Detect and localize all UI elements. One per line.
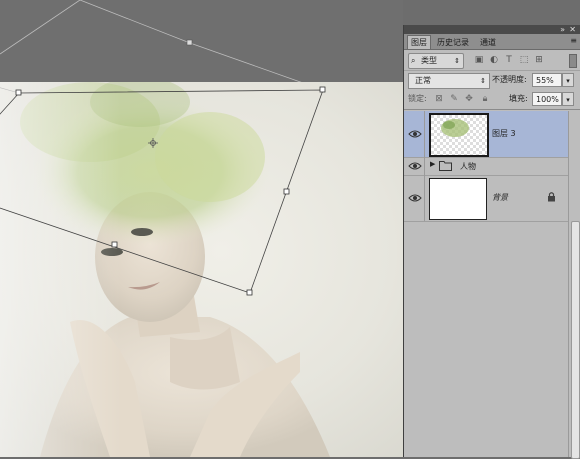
close-icon[interactable]: ✕ bbox=[569, 25, 576, 34]
panel-scrollbar[interactable] bbox=[568, 111, 580, 459]
blend-mode-select[interactable]: 正常 ⇕ bbox=[408, 73, 490, 89]
panel-tab-strip: 图层 历史记录 通道 ≡ bbox=[404, 34, 580, 50]
expand-triangle-icon[interactable]: ▶ bbox=[430, 160, 435, 168]
lock-label: 锁定: bbox=[408, 94, 427, 103]
layer-name[interactable]: 背景 bbox=[492, 192, 508, 203]
document-canvas[interactable] bbox=[0, 82, 403, 457]
transform-handle bbox=[15, 89, 22, 96]
visibility-eye-icon[interactable] bbox=[408, 191, 422, 205]
transform-handle bbox=[246, 289, 253, 296]
search-icon: ⌕ bbox=[411, 56, 416, 65]
layer-row-background[interactable]: 背景 bbox=[404, 175, 569, 222]
transform-handle bbox=[111, 241, 118, 248]
type-filter-icon[interactable]: T bbox=[504, 55, 514, 65]
lock-transparent-icon[interactable]: ⊠ bbox=[434, 93, 444, 105]
chevron-down-icon: ⇕ bbox=[454, 57, 460, 65]
folder-icon bbox=[439, 161, 452, 171]
shape-filter-icon[interactable]: ⬚ bbox=[519, 55, 529, 65]
collapse-icon[interactable]: » bbox=[560, 25, 565, 34]
layer-row-group-person[interactable]: ▶ 人物 bbox=[404, 157, 569, 176]
opacity-input[interactable]: 55% bbox=[532, 73, 562, 87]
filter-toggle-switch[interactable] bbox=[569, 54, 577, 68]
transform-handle bbox=[319, 86, 326, 93]
visibility-eye-icon[interactable] bbox=[408, 127, 422, 141]
adjustment-filter-icon[interactable]: ◐ bbox=[489, 55, 499, 65]
layer-thumbnail[interactable] bbox=[429, 178, 487, 220]
divider bbox=[424, 175, 425, 221]
layers-panel: » ✕ 图层 历史记录 通道 ≡ ⌕ 类型 ⇕ ▣ ◐ T ⬚ ⊞ 正常 ⇕ 不… bbox=[403, 25, 580, 459]
layer-thumbnail[interactable] bbox=[429, 113, 489, 157]
layer-row-layer3[interactable]: 图层 3 bbox=[404, 111, 569, 158]
fill-input[interactable]: 100% bbox=[532, 92, 562, 106]
transform-box-top bbox=[0, 0, 302, 82]
panel-menu-icon[interactable]: ≡ bbox=[570, 37, 577, 45]
canvas-workspace[interactable] bbox=[0, 0, 403, 457]
layer-name[interactable]: 图层 3 bbox=[492, 128, 516, 139]
divider bbox=[424, 111, 425, 157]
visibility-eye-icon[interactable] bbox=[408, 159, 422, 173]
layer-list: 图层 3 ▶ 人物 背景 bbox=[404, 111, 569, 457]
divider bbox=[404, 70, 580, 71]
pixel-filter-icon[interactable]: ▣ bbox=[474, 55, 484, 65]
layer-name[interactable]: 人物 bbox=[460, 161, 476, 172]
chevron-down-icon: ⇕ bbox=[480, 77, 486, 85]
panel-header-bar[interactable]: » ✕ bbox=[404, 25, 580, 34]
tab-history[interactable]: 历史记录 bbox=[434, 36, 472, 49]
transform-handle bbox=[283, 188, 290, 195]
photo-artwork bbox=[0, 82, 403, 457]
tab-channels[interactable]: 通道 bbox=[477, 36, 499, 49]
divider bbox=[404, 109, 580, 110]
divider bbox=[424, 157, 425, 175]
opacity-dropdown-button[interactable]: ▾ bbox=[562, 73, 574, 87]
lock-all-icon[interactable]: 🔒︎ bbox=[480, 93, 490, 105]
filter-type-select[interactable]: ⌕ 类型 ⇕ bbox=[408, 53, 464, 69]
lock-icon bbox=[548, 192, 555, 202]
lock-paint-icon[interactable]: ✎ bbox=[449, 93, 459, 105]
lock-position-icon[interactable]: ✥ bbox=[464, 93, 474, 105]
smart-object-filter-icon[interactable]: ⊞ bbox=[534, 55, 544, 65]
fill-label: 填充: bbox=[509, 94, 528, 103]
layer-filter-row: ⌕ 类型 ⇕ ▣ ◐ T ⬚ ⊞ bbox=[404, 50, 580, 70]
opacity-label: 不透明度: bbox=[492, 75, 527, 84]
scrollbar-thumb[interactable] bbox=[571, 221, 580, 459]
tab-layers[interactable]: 图层 bbox=[407, 35, 431, 49]
fill-dropdown-button[interactable]: ▾ bbox=[562, 92, 574, 106]
